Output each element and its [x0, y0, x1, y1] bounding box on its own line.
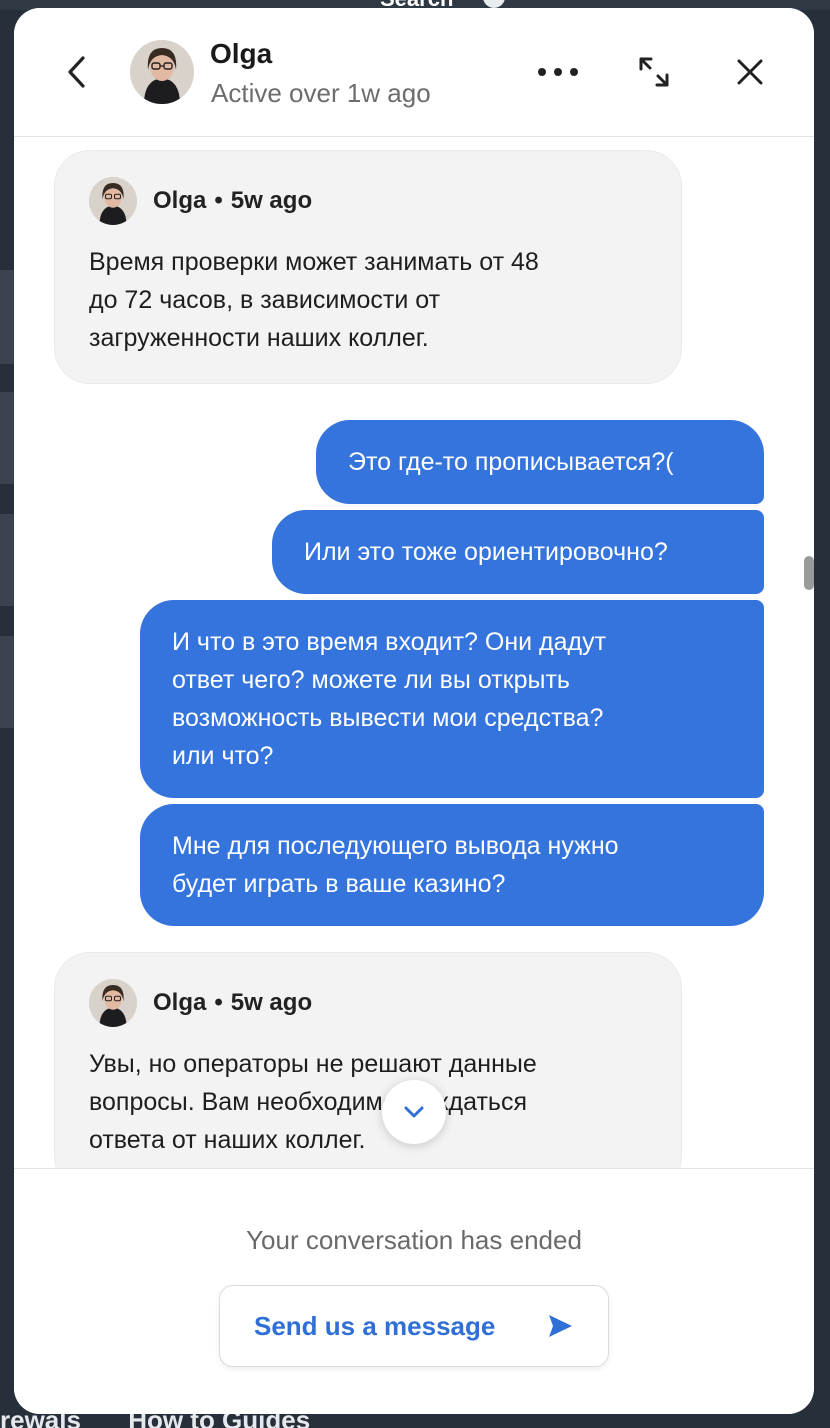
background-band: [0, 636, 14, 728]
expand-button[interactable]: [632, 52, 676, 92]
message-author: Olga: [153, 989, 207, 1016]
chat-header: Olga Active over 1w ago: [14, 8, 814, 137]
message-author: Olga: [153, 187, 207, 214]
back-button[interactable]: [58, 52, 94, 92]
scroll-to-bottom-button[interactable]: [382, 1080, 446, 1144]
user-message: И что в это время входит? Они дадут отве…: [140, 600, 764, 798]
avatar: [89, 177, 137, 225]
avatar: [89, 979, 137, 1027]
message-line: Время проверки может занимать от 48: [89, 248, 539, 276]
agent-photo: [89, 979, 137, 1027]
message-line: будет играть в ваше казино?: [172, 870, 506, 898]
message-text: Увы, но операторы не решают данные вопро…: [89, 1045, 647, 1159]
agent-photo: [130, 40, 194, 104]
message-line: Мне для последующего вывода нужно: [172, 832, 619, 860]
background-band: [0, 392, 14, 484]
message-line: ответ чего? можете ли вы открыть: [172, 666, 570, 694]
close-icon: [737, 59, 763, 85]
message-time: 5w ago: [230, 989, 313, 1016]
send-message-label: Send us a message: [254, 1310, 496, 1341]
more-options-button[interactable]: [530, 54, 586, 90]
send-arrow-icon: [549, 1315, 572, 1337]
message-text: Время проверки может занимать от 48 до 7…: [89, 243, 647, 357]
user-message: Мне для последующего вывода нужно будет …: [140, 804, 764, 926]
user-message: Или это тоже ориентировочно?: [272, 510, 764, 594]
agent-name: Olga: [210, 38, 273, 69]
background-band: [0, 514, 14, 606]
agent-message: Olga • 5w ago Увы, но операторы не решаю…: [54, 952, 682, 1168]
message-list[interactable]: Olga • 5w ago Время проверки может заним…: [14, 138, 814, 1168]
background-band: [0, 270, 14, 364]
message-line: загруженности наших коллег.: [89, 324, 429, 352]
message-line: Это где-то прописывается?(: [348, 448, 674, 476]
meta-separator: •: [214, 989, 223, 1016]
message-meta: Olga • 5w ago: [89, 979, 647, 1027]
message-meta: Olga • 5w ago: [89, 177, 647, 225]
chevron-left-icon: [68, 56, 85, 88]
avatar: [130, 40, 194, 104]
message-line: ответа от наших коллег.: [89, 1126, 366, 1154]
chevron-down-icon: [404, 1106, 424, 1118]
message-line: И что в это время входит? Они дадут: [172, 628, 607, 656]
chat-footer: Your conversation has ended Send us a me…: [14, 1168, 814, 1414]
message-time: 5w ago: [230, 187, 313, 214]
close-button[interactable]: [730, 52, 770, 92]
more-horizontal-icon: [538, 68, 578, 76]
agent-photo: [89, 177, 137, 225]
scrollbar-thumb[interactable]: [804, 556, 814, 590]
message-line: Увы, но операторы не решают данные: [89, 1050, 537, 1078]
send-message-button[interactable]: Send us a message: [219, 1285, 609, 1367]
message-line: Или это тоже ориентировочно?: [304, 538, 668, 566]
message-line: возможность вывести мои средства?: [172, 704, 604, 732]
user-message: Это где-то прописывается?(: [316, 420, 764, 504]
chat-widget: Olga Active over 1w ago Olga • 5w ago Вр…: [14, 8, 814, 1414]
message-line: вопросы. Вам необходимо дождаться: [89, 1088, 527, 1116]
conversation-ended-text: Your conversation has ended: [246, 1225, 582, 1255]
message-line: до 72 часов, в зависимости от: [89, 286, 441, 314]
agent-message: Olga • 5w ago Время проверки может заним…: [54, 150, 682, 384]
meta-separator: •: [214, 187, 223, 214]
message-line: или что?: [172, 742, 274, 770]
background-dot-icon: [483, 0, 506, 8]
agent-status: Active over 1w ago: [211, 78, 431, 108]
expand-icon: [639, 57, 669, 87]
